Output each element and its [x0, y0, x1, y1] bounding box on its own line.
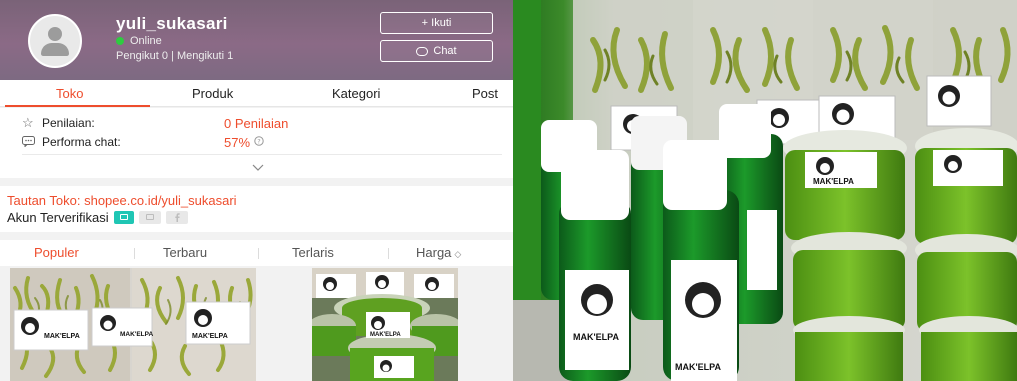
svg-text:MAK'ELPA: MAK'ELPA: [573, 332, 619, 342]
product-card-green-cups[interactable]: MAK'ELPA: [312, 268, 458, 381]
tab-toko[interactable]: Toko: [56, 86, 83, 101]
product-photo: MAK'ELPA MAK'ELPA MAK'ELPA: [513, 0, 1017, 381]
rating-row: ☆ Penilaian: 0 Penilaian: [22, 114, 288, 132]
rating-value[interactable]: 0 Penilaian: [224, 116, 288, 131]
rating-label: Penilaian:: [42, 116, 95, 130]
shop-link[interactable]: Tautan Toko: shopee.co.id/yuli_sukasari: [7, 193, 237, 208]
sort-populer[interactable]: Populer: [34, 245, 79, 260]
active-tab-indicator: [5, 105, 150, 107]
svg-text:MAK'ELPA: MAK'ELPA: [675, 362, 721, 372]
product-image-snack-bags: MAK'ELPA MAK'ELPA MAK'ELPA: [10, 268, 256, 381]
sort-arrows-icon: ◇: [454, 249, 462, 259]
shop-header: yuli_sukasari Online Pengikut 0 | Mengik…: [0, 0, 513, 80]
verified-label: Akun Terverifikasi: [7, 210, 109, 225]
shop-name: yuli_sukasari: [116, 14, 228, 33]
product-card-snack-bags[interactable]: MAK'ELPA MAK'ELPA MAK'ELPA: [10, 268, 256, 381]
tab-post[interactable]: Post: [472, 86, 498, 101]
avatar-person-icon: [48, 27, 62, 41]
sort-bar: Populer Terbaru Terlaris Harga ◇: [0, 240, 513, 266]
chat-bubble-icon: [416, 46, 429, 56]
svg-text:MAK'ELPA: MAK'ELPA: [120, 331, 154, 338]
tab-produk[interactable]: Produk: [192, 86, 233, 101]
svg-text:MAK'ELPA: MAK'ELPA: [370, 332, 401, 338]
chat-button-label: Chat: [433, 45, 457, 57]
chat-bubble-icon: [22, 135, 42, 150]
sort-separator: [134, 248, 135, 259]
avatar-person-body: [41, 43, 69, 56]
shop-tabs: Toko Produk Kategori Post: [0, 80, 513, 107]
sort-separator: [388, 248, 389, 259]
shop-info: Tautan Toko: shopee.co.id/yuli_sukasari …: [0, 186, 513, 232]
chat-performance-row: Performa chat: 57% ?: [22, 133, 264, 151]
avatar[interactable]: [20, 14, 96, 68]
brand-label: MAK'ELPA: [366, 312, 410, 338]
follow-button[interactable]: + Ikuti: [380, 12, 493, 34]
shop-profile-screenshot: yuli_sukasari Online Pengikut 0 | Mengik…: [0, 0, 513, 381]
stats-divider: [22, 154, 502, 155]
verified-account: Akun Terverifikasi: [7, 210, 188, 225]
svg-text:MAK'ELPA: MAK'ELPA: [192, 333, 228, 340]
follow-button-label: + Ikuti: [421, 17, 452, 29]
online-status: Online: [116, 35, 162, 47]
email-unverified-icon: [138, 211, 161, 224]
follower-counts: Pengikut 0 | Mengikuti 1: [116, 50, 234, 62]
chat-performance-label: Performa chat:: [42, 135, 121, 149]
facebook-unverified-icon: [165, 211, 188, 224]
svg-text:?: ?: [257, 137, 260, 145]
chat-performance-value: 57%: [224, 134, 251, 150]
product-image-green-cups: MAK'ELPA: [312, 268, 458, 381]
sort-harga[interactable]: Harga ◇: [416, 245, 461, 260]
product-photo-canvas: MAK'ELPA MAK'ELPA MAK'ELPA: [513, 0, 1017, 381]
chevron-down-icon[interactable]: [252, 159, 264, 171]
chat-button[interactable]: Chat: [380, 40, 493, 62]
online-dot-icon: [116, 37, 124, 45]
sort-terlaris[interactable]: Terlaris: [292, 245, 334, 260]
sort-terbaru[interactable]: Terbaru: [163, 245, 207, 260]
svg-text:MAK'ELPA: MAK'ELPA: [44, 333, 80, 340]
svg-text:MAK'ELPA: MAK'ELPA: [813, 177, 854, 186]
star-outline-icon: ☆: [22, 115, 34, 130]
question-circle-icon[interactable]: ?: [254, 135, 264, 149]
sort-harga-label: Harga: [416, 245, 452, 260]
online-status-text: Online: [130, 35, 162, 47]
avatar-circle: [28, 14, 82, 68]
brand-label: MAK'ELPA: [13, 309, 89, 351]
shop-stats: ☆ Penilaian: 0 Penilaian Performa chat: …: [0, 108, 513, 178]
tab-kategori[interactable]: Kategori: [332, 86, 380, 101]
green-drink-cups: MAK'ELPA: [783, 128, 1017, 381]
sort-separator: [258, 248, 259, 259]
phone-verified-icon: [113, 211, 134, 224]
